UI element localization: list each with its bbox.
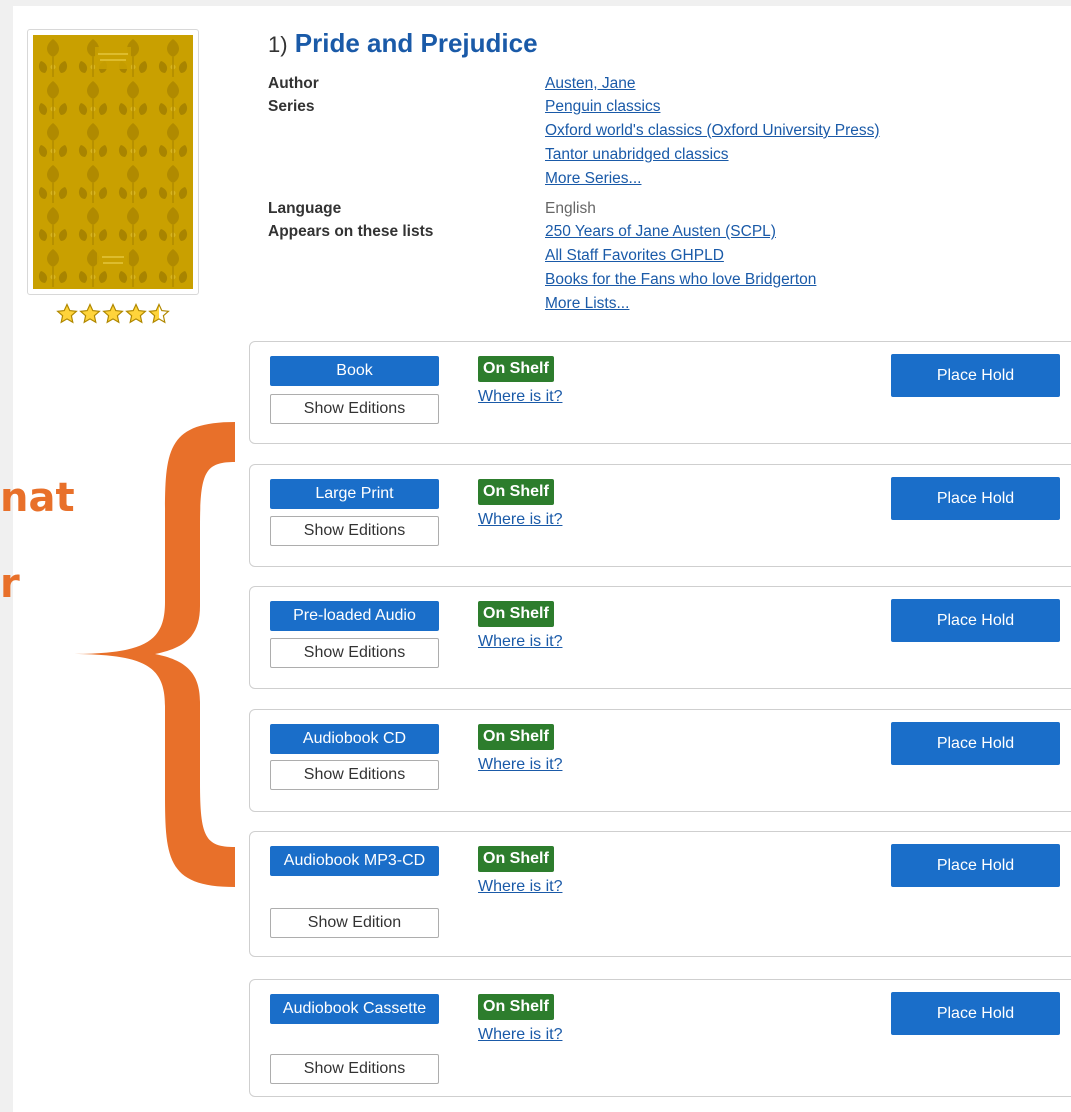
more-lists-link[interactable]: More Lists... <box>545 293 629 315</box>
series-label: Series <box>268 98 315 115</box>
where-is-it-link[interactable]: Where is it? <box>478 756 562 774</box>
format-button-large-print[interactable]: Large Print <box>270 479 439 509</box>
show-editions-button[interactable]: Show Editions <box>270 760 439 790</box>
format-row-large-print: Large Print Show Editions On Shelf Where… <box>249 464 1071 567</box>
on-shelf-badge: On Shelf <box>478 601 554 627</box>
list-link-1[interactable]: 250 Years of Jane Austen (SCPL) <box>545 221 776 243</box>
format-button-book[interactable]: Book <box>270 356 439 386</box>
where-is-it-link[interactable]: Where is it? <box>478 388 562 406</box>
series-link-1[interactable]: Penguin classics <box>545 96 660 118</box>
annotation-text-line-2: r <box>0 561 20 607</box>
on-shelf-badge: On Shelf <box>478 479 554 505</box>
format-button-preloaded-audio[interactable]: Pre-loaded Audio <box>270 601 439 631</box>
curly-brace-icon <box>70 422 235 887</box>
place-hold-button[interactable]: Place Hold <box>891 599 1060 642</box>
series-link-2[interactable]: Oxford world's classics (Oxford Universi… <box>545 120 880 142</box>
cover-pattern-icon <box>33 35 193 289</box>
format-row-book: Book Show Editions On Shelf Where is it?… <box>249 341 1071 444</box>
where-is-it-link[interactable]: Where is it? <box>478 633 562 651</box>
place-hold-button[interactable]: Place Hold <box>891 992 1060 1035</box>
format-button-audiobook-cd[interactable]: Audiobook CD <box>270 724 439 754</box>
on-shelf-badge: On Shelf <box>478 846 554 872</box>
result-number: 1) <box>268 32 288 57</box>
rating-stars[interactable] <box>56 303 170 325</box>
format-row-audiobook-cassette: Audiobook Cassette Show Editions On Shel… <box>249 979 1071 1097</box>
format-row-audiobook-cd: Audiobook CD Show Editions On Shelf Wher… <box>249 709 1071 812</box>
language-value: English <box>545 200 596 217</box>
star-icon[interactable] <box>56 303 78 325</box>
book-cover[interactable] <box>27 29 199 295</box>
where-is-it-link[interactable]: Where is it? <box>478 1026 562 1044</box>
cover-image[interactable] <box>33 35 193 289</box>
series-link-3[interactable]: Tantor unabridged classics <box>545 144 729 166</box>
format-button-audiobook-cassette[interactable]: Audiobook Cassette <box>270 994 439 1024</box>
show-editions-button[interactable]: Show Editions <box>270 1054 439 1084</box>
format-button-audiobook-mp3-cd[interactable]: Audiobook MP3-CD <box>270 846 439 876</box>
list-link-2[interactable]: All Staff Favorites GHPLD <box>545 245 724 267</box>
format-row-audiobook-mp3-cd: Audiobook MP3-CD Show Edition On Shelf W… <box>249 831 1071 957</box>
record-title-line: 1) Pride and Prejudice <box>268 26 538 62</box>
star-icon[interactable] <box>79 303 101 325</box>
on-shelf-badge: On Shelf <box>478 356 554 382</box>
star-icon[interactable] <box>102 303 124 325</box>
star-icon[interactable] <box>148 303 170 325</box>
place-hold-button[interactable]: Place Hold <box>891 844 1060 887</box>
on-shelf-badge: On Shelf <box>478 994 554 1020</box>
on-shelf-badge: On Shelf <box>478 724 554 750</box>
show-editions-button[interactable]: Show Editions <box>270 394 439 424</box>
author-link[interactable]: Austen, Jane <box>545 73 635 95</box>
author-label: Author <box>268 75 319 92</box>
star-icon[interactable] <box>125 303 147 325</box>
place-hold-button[interactable]: Place Hold <box>891 722 1060 765</box>
place-hold-button[interactable]: Place Hold <box>891 477 1060 520</box>
show-editions-button[interactable]: Show Editions <box>270 516 439 546</box>
place-hold-button[interactable]: Place Hold <box>891 354 1060 397</box>
show-edition-button[interactable]: Show Edition <box>270 908 439 938</box>
where-is-it-link[interactable]: Where is it? <box>478 511 562 529</box>
show-editions-button[interactable]: Show Editions <box>270 638 439 668</box>
lists-label: Appears on these lists <box>268 223 434 240</box>
where-is-it-link[interactable]: Where is it? <box>478 878 562 896</box>
more-series-link[interactable]: More Series... <box>545 168 641 190</box>
format-row-preloaded-audio: Pre-loaded Audio Show Editions On Shelf … <box>249 586 1071 689</box>
list-link-3[interactable]: Books for the Fans who love Bridgerton <box>545 269 816 291</box>
title-link[interactable]: Pride and Prejudice <box>295 28 538 58</box>
language-label: Language <box>268 200 342 217</box>
